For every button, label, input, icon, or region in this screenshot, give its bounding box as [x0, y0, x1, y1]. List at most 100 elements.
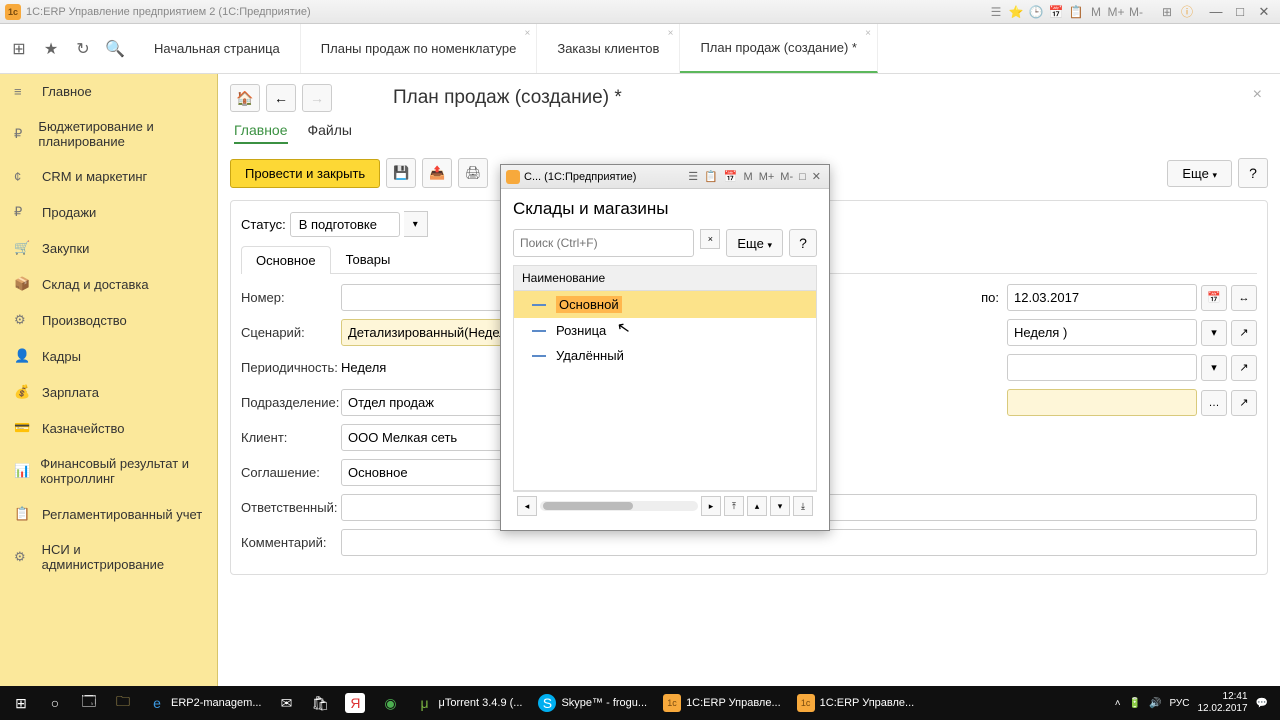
- sidebar-item-finance[interactable]: 📊Финансовый результат и контроллинг: [0, 446, 217, 496]
- clear-search-button[interactable]: ×: [700, 229, 720, 249]
- close-icon[interactable]: ×: [525, 28, 531, 39]
- sidebar-item-crm[interactable]: ¢CRM и маркетинг: [0, 159, 217, 194]
- home-button[interactable]: 🏠: [230, 84, 260, 112]
- tool-icon[interactable]: 📅: [721, 170, 741, 183]
- subtab-main[interactable]: Главное: [234, 122, 288, 144]
- explorer-button[interactable]: 🗀: [106, 688, 140, 718]
- dropdown-icon[interactable]: ▾: [404, 211, 428, 237]
- taskbar-app-mail[interactable]: ✉: [269, 688, 303, 718]
- info-icon[interactable]: ⓘ: [1179, 4, 1195, 20]
- popup-more-button[interactable]: Еще ▾: [726, 229, 783, 257]
- start-button[interactable]: ⊞: [4, 688, 38, 718]
- first-icon[interactable]: ⤒: [724, 496, 744, 516]
- m-plus-icon[interactable]: M+: [756, 171, 778, 183]
- popup-titlebar[interactable]: С... (1С:Предприятие) ☰ 📋 📅 M M+ M- □ ✕: [501, 165, 829, 189]
- taskview-button[interactable]: 🗔: [72, 688, 106, 718]
- close-icon[interactable]: ×: [668, 28, 674, 39]
- warehouse-input[interactable]: [1007, 389, 1197, 416]
- taskbar-app-store[interactable]: 🛍: [303, 688, 337, 718]
- to-date-input[interactable]: [1007, 284, 1197, 311]
- close-icon[interactable]: ×: [865, 28, 871, 39]
- sidebar-item-hr[interactable]: 👤Кадры: [0, 338, 217, 374]
- doctab-main[interactable]: Основное: [241, 246, 331, 274]
- tab-sales-plans[interactable]: Планы продаж по номенклатуре×: [301, 24, 538, 73]
- down-icon[interactable]: ▾: [770, 496, 790, 516]
- select-icon[interactable]: …: [1201, 390, 1227, 416]
- close-page-button[interactable]: ×: [1253, 86, 1262, 104]
- open-icon[interactable]: ↗: [1231, 390, 1257, 416]
- dropdown-icon[interactable]: ▾: [1201, 320, 1227, 346]
- up-icon[interactable]: ▴: [747, 496, 767, 516]
- dropdown-icon[interactable]: ▾: [1201, 355, 1227, 381]
- scroll-right-icon[interactable]: ▸: [701, 496, 721, 516]
- tool-icon[interactable]: ⭐: [1008, 4, 1024, 20]
- cortana-button[interactable]: ○: [38, 688, 72, 718]
- apps-icon[interactable]: ⊞: [8, 38, 30, 60]
- scrollbar[interactable]: [540, 501, 698, 511]
- history-icon[interactable]: ↻: [72, 38, 94, 60]
- language-indicator[interactable]: РУС: [1169, 698, 1189, 709]
- taskbar-app-yandex[interactable]: Я: [337, 688, 373, 718]
- calendar-icon[interactable]: 📅: [1201, 285, 1227, 311]
- status-select[interactable]: В подготовке: [290, 212, 400, 237]
- taskbar-app-1c[interactable]: 1c1С:ERP Управле...: [655, 688, 789, 718]
- taskbar-app-edge[interactable]: eERP2-managem...: [140, 688, 269, 718]
- tab-sales-plan-new[interactable]: План продаж (создание) *×: [680, 24, 878, 73]
- print-button[interactable]: 🖨: [458, 158, 488, 188]
- list-item[interactable]: Удалённый: [514, 343, 816, 368]
- tool-icon[interactable]: M: [1088, 4, 1104, 20]
- scroll-left-icon[interactable]: ◂: [517, 496, 537, 516]
- scenario-right-input[interactable]: [1007, 319, 1197, 346]
- maximize-button[interactable]: □: [1229, 3, 1251, 21]
- tab-client-orders[interactable]: Заказы клиентов×: [537, 24, 680, 73]
- star-icon[interactable]: ★: [40, 38, 62, 60]
- tool-icon[interactable]: ☰: [685, 170, 701, 183]
- maximize-icon[interactable]: □: [796, 171, 809, 183]
- sidebar-item-sales[interactable]: ₽Продажи: [0, 194, 217, 230]
- sidebar-item-accounting[interactable]: 📋Регламентированный учет: [0, 496, 217, 532]
- post-and-close-button[interactable]: Провести и закрыть: [230, 159, 380, 188]
- popup-help-button[interactable]: ?: [789, 229, 817, 257]
- tray-up-icon[interactable]: ˄: [1115, 698, 1121, 709]
- m-icon[interactable]: M: [741, 171, 756, 183]
- sidebar-item-salary[interactable]: 💰Зарплата: [0, 374, 217, 410]
- taskbar-app-chrome[interactable]: ◉: [373, 688, 407, 718]
- clock[interactable]: 12:41 12.02.2017: [1197, 691, 1247, 715]
- tab-home[interactable]: Начальная страница: [134, 24, 301, 73]
- subtab-files[interactable]: Файлы: [308, 122, 352, 144]
- sidebar-item-admin[interactable]: ⚙НСИ и администрирование: [0, 532, 217, 582]
- list-item[interactable]: Основной: [514, 291, 816, 318]
- close-icon[interactable]: ✕: [809, 170, 824, 183]
- tool-icon[interactable]: 📋: [1068, 4, 1084, 20]
- minimize-button[interactable]: —: [1205, 3, 1227, 21]
- tool-icon[interactable]: 📅: [1048, 4, 1064, 20]
- open-icon[interactable]: ↗: [1231, 320, 1257, 346]
- forward-button[interactable]: →: [302, 84, 332, 112]
- sidebar-item-main[interactable]: ≡Главное: [0, 74, 217, 109]
- search-icon[interactable]: 🔍: [104, 38, 126, 60]
- list-item[interactable]: Розница: [514, 318, 816, 343]
- more-button[interactable]: Еще ▾: [1167, 160, 1232, 187]
- search-input[interactable]: [513, 229, 694, 257]
- taskbar-app-skype[interactable]: SSkype™ - frogu...: [530, 688, 655, 718]
- taskbar-app-utorrent[interactable]: μμTorrent 3.4.9 (...: [407, 688, 530, 718]
- sidebar-item-purchase[interactable]: 🛒Закупки: [0, 230, 217, 266]
- post-button[interactable]: 📤: [422, 158, 452, 188]
- comment-input[interactable]: [341, 529, 1257, 556]
- tool-icon[interactable]: 🕒: [1028, 4, 1044, 20]
- refresh-button[interactable]: ↔: [1231, 285, 1257, 311]
- close-button[interactable]: ✕: [1253, 3, 1275, 21]
- sidebar-item-budget[interactable]: ₽Бюджетирование и планирование: [0, 109, 217, 159]
- back-button[interactable]: ←: [266, 84, 296, 112]
- m-minus-icon[interactable]: M-: [777, 171, 796, 183]
- doctab-goods[interactable]: Товары: [331, 245, 406, 273]
- last-icon[interactable]: ⤓: [793, 496, 813, 516]
- save-button[interactable]: 💾: [386, 158, 416, 188]
- notifications-icon[interactable]: 💬: [1256, 698, 1268, 709]
- right-input-2[interactable]: [1007, 354, 1197, 381]
- tool-icon[interactable]: 📋: [701, 170, 721, 183]
- help-button[interactable]: ?: [1238, 158, 1268, 188]
- sidebar-item-warehouse[interactable]: 📦Склад и доставка: [0, 266, 217, 302]
- volume-icon[interactable]: 🔊: [1149, 698, 1161, 709]
- battery-icon[interactable]: 🔋: [1129, 698, 1141, 709]
